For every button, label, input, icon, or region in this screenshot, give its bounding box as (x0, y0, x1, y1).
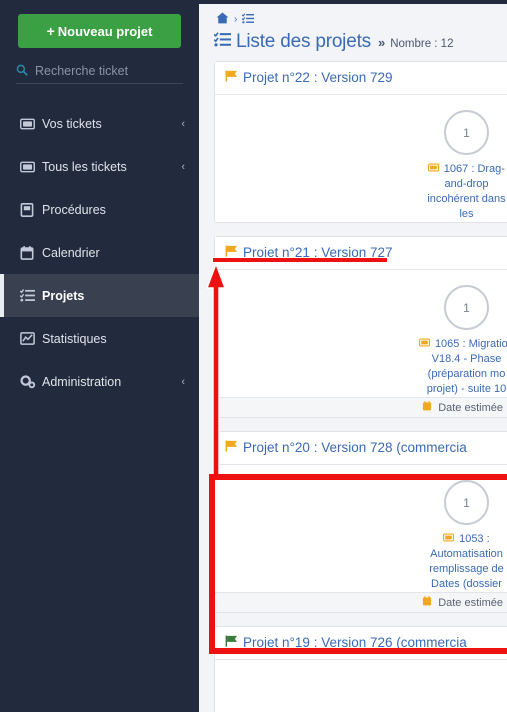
workflow-node[interactable]: 1 1053 : Automatisation remplissage de D… (415, 479, 507, 592)
project-card[interactable]: Projet n°20 : Version 728 (commercia 1 1… (214, 431, 507, 613)
chart-icon (20, 332, 42, 345)
page-title-row: Liste des projets » Nombre : 12 (199, 27, 507, 53)
estimated-date-label: Date estimée (438, 402, 503, 414)
chevron-left-icon: ‹ (181, 160, 185, 173)
sidebar-item-projets[interactable]: Projets (0, 274, 199, 317)
ticket-icon (443, 533, 457, 545)
project-title: Projet n°22 : Version 729 (243, 70, 393, 85)
page-title: Liste des projets (236, 31, 371, 52)
search-icon (16, 64, 28, 78)
project-card-header[interactable]: Projet n°19 : Version 726 (commercia (215, 627, 507, 660)
sidebar-item-label: Calendrier (42, 245, 100, 260)
flag-icon (225, 245, 238, 260)
new-project-label: Nouveau projet (57, 24, 153, 39)
node-circle[interactable]: 1 (444, 110, 489, 155)
ticket-id: 1065 (434, 338, 460, 350)
project-card-body: 1 1065 : Migration V18.4 - Phase (prépar… (215, 270, 507, 397)
project-list: Projet n°22 : Version 729 1 1067: Drag-… (199, 61, 507, 712)
node-circle-wrap: 1 (415, 109, 507, 156)
project-card-body: 1 1067 : Drag-and-drop incohérent dans l… (215, 95, 507, 222)
ticket-text: Automatisation remplissage de Dates (dos… (429, 548, 504, 590)
sidebar: +Nouveau projet Vos tickets ‹ Tous l (0, 0, 199, 712)
breadcrumb: › (199, 4, 507, 27)
list-icon (20, 289, 42, 302)
sidebar-item-statistiques[interactable]: Statistiques (0, 317, 199, 360)
sidebar-item-label: Procédures (42, 202, 106, 217)
project-title: Projet n°20 : Version 728 (commercia (243, 440, 467, 455)
ticket-icon (427, 163, 442, 175)
search-box[interactable] (16, 64, 183, 84)
chevron-left-icon: ‹ (181, 375, 185, 388)
book-icon (20, 202, 42, 217)
estimated-date-label: Date estimée (438, 597, 503, 609)
sidebar-item-label: Administration (42, 374, 122, 389)
node-circle-wrap: 1 (415, 284, 507, 331)
project-count: Nombre : 12 (390, 38, 454, 50)
ticket-label[interactable]: 1053 : Automatisation remplissage de Dat… (415, 526, 507, 592)
chevron-double-right-icon: » (377, 35, 386, 50)
workflow-node[interactable]: 1 1067 : Drag-and-drop incohérent dans l… (415, 109, 507, 222)
ticket-label[interactable]: 1065 : Migration V18.4 - Phase (préparat… (415, 331, 507, 397)
ticket-id: 1067 (443, 163, 469, 175)
main-content: › Liste des projets » Nombre : 12 Projet… (199, 4, 507, 712)
workflow-row: 1 1067 : Drag-and-drop incohérent dans l… (215, 109, 507, 222)
flag-icon (225, 440, 238, 455)
project-card-body (215, 660, 507, 712)
project-title: Projet n°21 : Version 727 (243, 245, 393, 260)
workflow-row: 1 1065 : Migration V18.4 - Phase (prépar… (215, 284, 507, 397)
home-icon[interactable] (216, 12, 229, 27)
gears-icon (20, 374, 42, 389)
project-card[interactable]: Projet n°21 : Version 727 1 1065: Migra… (214, 236, 507, 418)
project-card[interactable]: Projet n°19 : Version 726 (commercia (214, 626, 507, 712)
flag-icon (225, 635, 238, 650)
project-card-footer: Date estimée (215, 397, 507, 417)
app-root: +Nouveau projet Vos tickets ‹ Tous l (0, 0, 507, 712)
ticket-label[interactable]: 1067 : Drag-and-drop incohérent dans les (415, 156, 507, 222)
plus-icon: + (46, 23, 55, 39)
project-card[interactable]: Projet n°22 : Version 729 1 1067: Drag-… (214, 61, 507, 223)
project-card-header[interactable]: Projet n°21 : Version 727 (215, 237, 507, 270)
flag-icon (225, 70, 238, 85)
calendar-icon (422, 596, 435, 609)
sidebar-item-calendrier[interactable]: Calendrier (0, 231, 199, 274)
project-title: Projet n°19 : Version 726 (commercia (243, 635, 467, 650)
sidebar-item-label: Statistiques (42, 331, 107, 346)
sidebar-nav: Vos tickets ‹ Tous les tickets ‹ Procédu… (0, 102, 199, 403)
sidebar-item-administration[interactable]: Administration ‹ (0, 360, 199, 403)
ticket-icon (20, 161, 42, 173)
chevron-left-icon: ‹ (181, 117, 185, 130)
sidebar-item-label: Projets (42, 288, 85, 303)
project-card-header[interactable]: Projet n°22 : Version 729 (215, 62, 507, 95)
ticket-id: 1053 (459, 533, 484, 545)
workflow-node[interactable]: 1 1065 : Migration V18.4 - Phase (prépar… (415, 284, 507, 397)
sidebar-item-label: Tous les tickets (42, 159, 127, 174)
list-icon (213, 32, 231, 52)
breadcrumb-separator: › (234, 14, 238, 25)
node-circle[interactable]: 1 (444, 285, 489, 330)
new-project-button[interactable]: + Nouveau projet (18, 14, 181, 48)
project-card-footer: Date estimée (215, 592, 507, 612)
project-card-body: 1 1053 : Automatisation remplissage de D… (215, 465, 507, 592)
list-icon[interactable] (241, 12, 255, 27)
ticket-icon (419, 338, 433, 350)
search-input[interactable] (35, 64, 183, 78)
sidebar-item-tous-les-tickets[interactable]: Tous les tickets ‹ (0, 145, 199, 188)
workflow-row: 1 1053 : Automatisation remplissage de D… (215, 479, 507, 592)
calendar-icon (422, 401, 435, 414)
ticket-icon (20, 118, 42, 130)
project-card-header[interactable]: Projet n°20 : Version 728 (commercia (215, 432, 507, 465)
calendar-icon (20, 245, 42, 260)
sidebar-item-label: Vos tickets (42, 116, 102, 131)
sidebar-item-vos-tickets[interactable]: Vos tickets ‹ (0, 102, 199, 145)
node-circle[interactable]: 1 (444, 480, 489, 525)
new-project-wrap: + Nouveau projet (0, 9, 199, 48)
sidebar-item-procedures[interactable]: Procédures (0, 188, 199, 231)
node-circle-wrap: 1 (415, 479, 507, 526)
